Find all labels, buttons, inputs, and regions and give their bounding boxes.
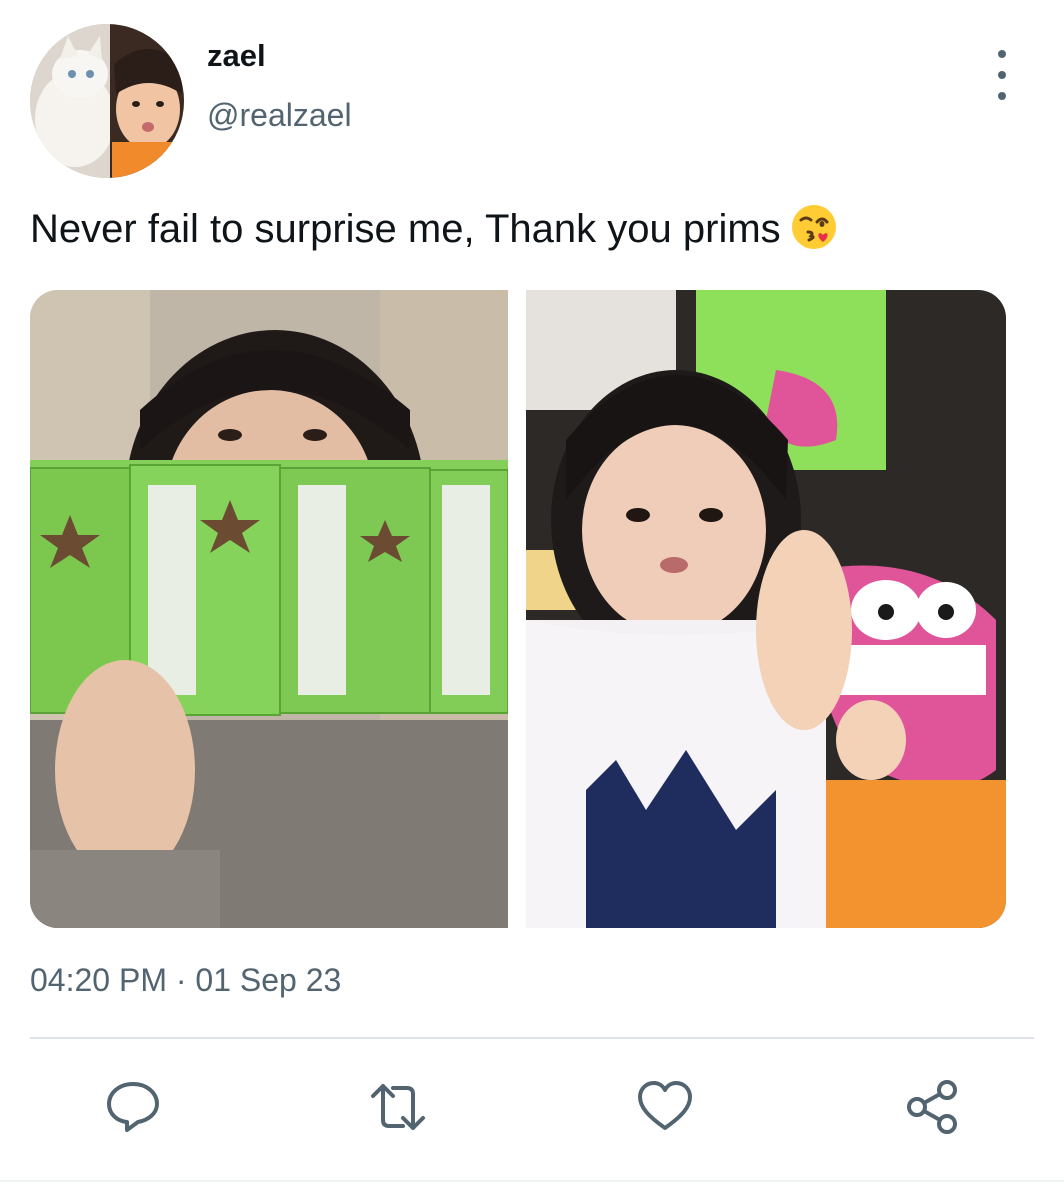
- reply-button[interactable]: [101, 1075, 165, 1139]
- display-name[interactable]: zael: [207, 38, 266, 74]
- photo-snacks-selfie: [30, 290, 508, 928]
- face-throwing-kiss-emoji-icon: [789, 202, 839, 252]
- retweet-icon: [371, 1084, 425, 1130]
- retweet-button[interactable]: [366, 1075, 430, 1139]
- share-button[interactable]: [900, 1075, 964, 1139]
- bottom-divider: [0, 1180, 1064, 1182]
- tweet-media[interactable]: [30, 290, 1006, 928]
- more-options-icon-dot: [998, 92, 1006, 100]
- more-options-button[interactable]: [984, 50, 1020, 100]
- tweet-time: 04:20 PM: [30, 962, 167, 998]
- reply-icon: [107, 1082, 159, 1132]
- photo-left[interactable]: [30, 290, 508, 928]
- photo-right[interactable]: [526, 290, 1006, 928]
- tweet-date: 01 Sep 23: [195, 962, 342, 998]
- more-options-icon-dot: [998, 71, 1006, 79]
- like-button[interactable]: [633, 1075, 697, 1139]
- share-icon: [907, 1080, 957, 1134]
- tweet-text-content: Never fail to surprise me, Thank you pri…: [30, 207, 781, 251]
- user-handle[interactable]: @realzael: [207, 96, 352, 134]
- timestamp-separator: ·: [175, 962, 187, 998]
- tweet-timestamp[interactable]: 04:20 PM · 01 Sep 23: [30, 960, 341, 1000]
- tweet-text: Never fail to surprise me, Thank you pri…: [30, 202, 839, 254]
- tweet-card: zael @realzael Never fail to surprise me…: [0, 0, 1064, 1200]
- divider: [30, 1037, 1034, 1039]
- heart-icon: [638, 1081, 692, 1130]
- avatar[interactable]: [30, 24, 184, 178]
- more-options-icon: [998, 50, 1006, 58]
- action-bar: [0, 1075, 1064, 1145]
- avatar-image: [30, 24, 184, 178]
- photo-peace-sign-selfie: [526, 290, 1006, 928]
